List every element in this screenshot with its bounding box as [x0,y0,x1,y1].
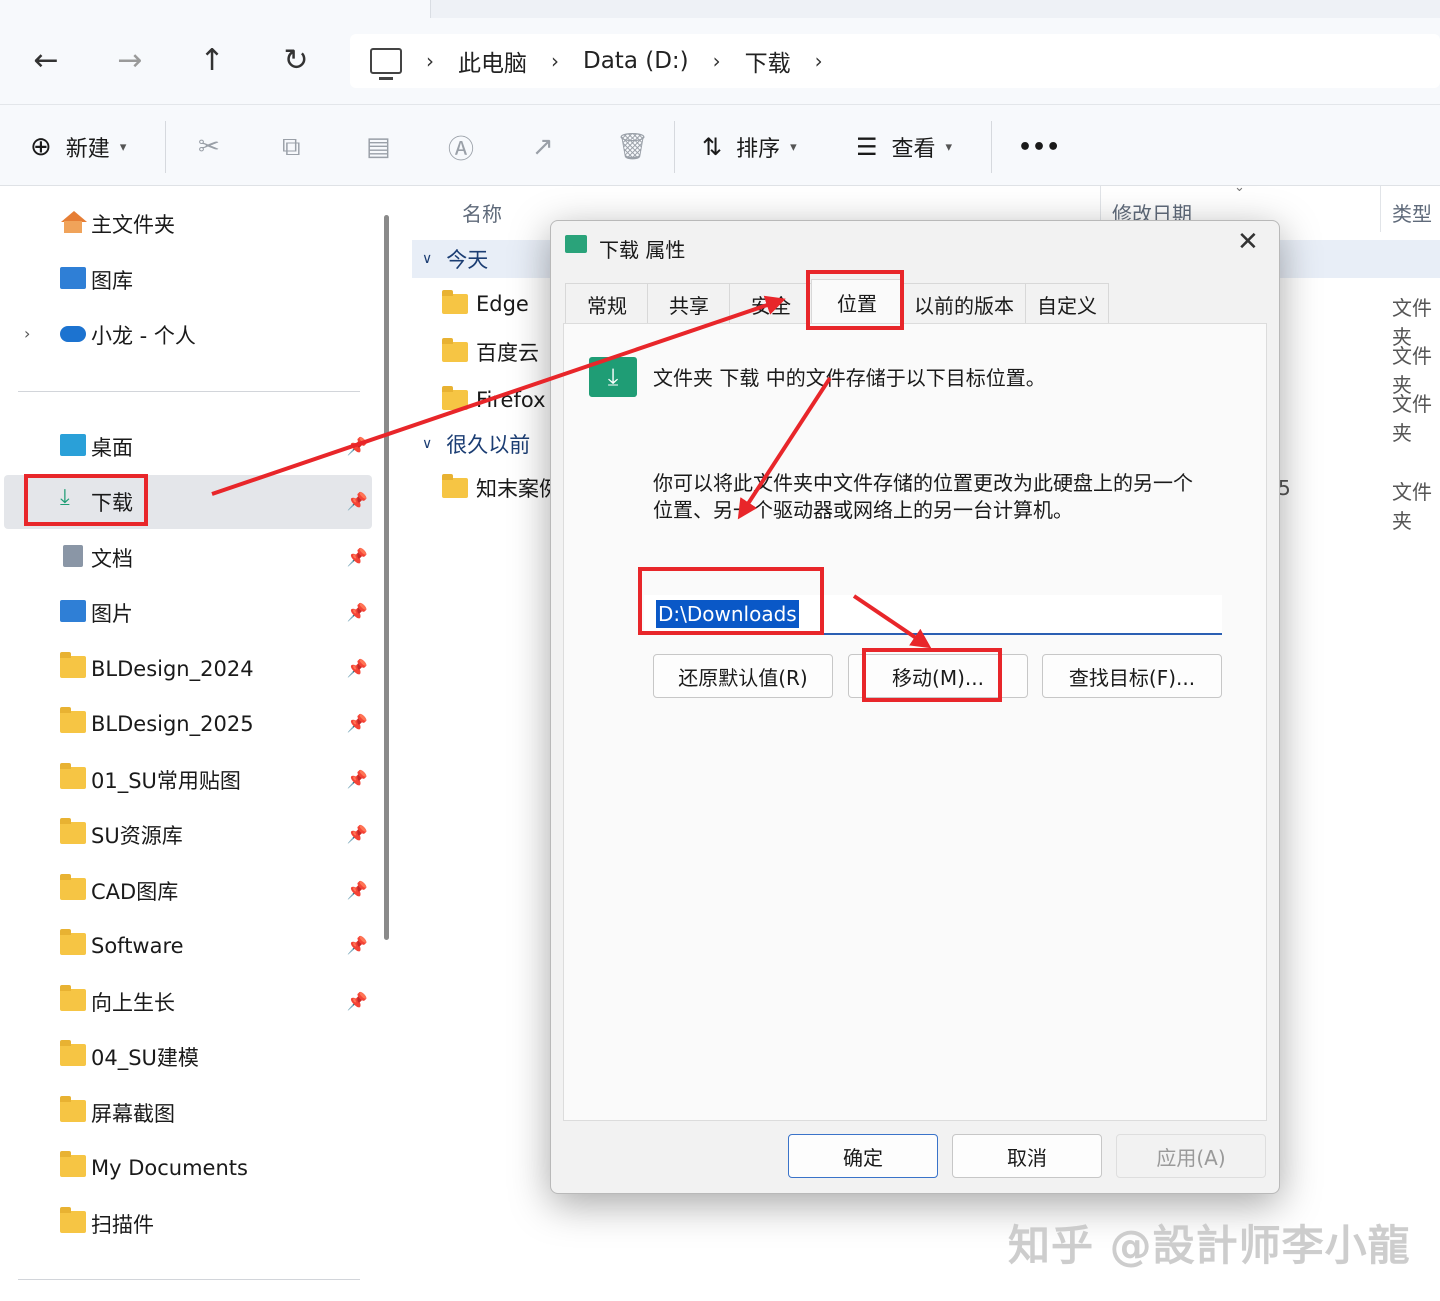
arrow-to-path [737,376,832,520]
arrow-to-move-button [852,594,932,649]
watermark: 知乎 @設計师李小龍 [1008,1221,1411,1270]
annotation-arrows [211,295,932,649]
arrow-to-location-tab [211,295,786,496]
